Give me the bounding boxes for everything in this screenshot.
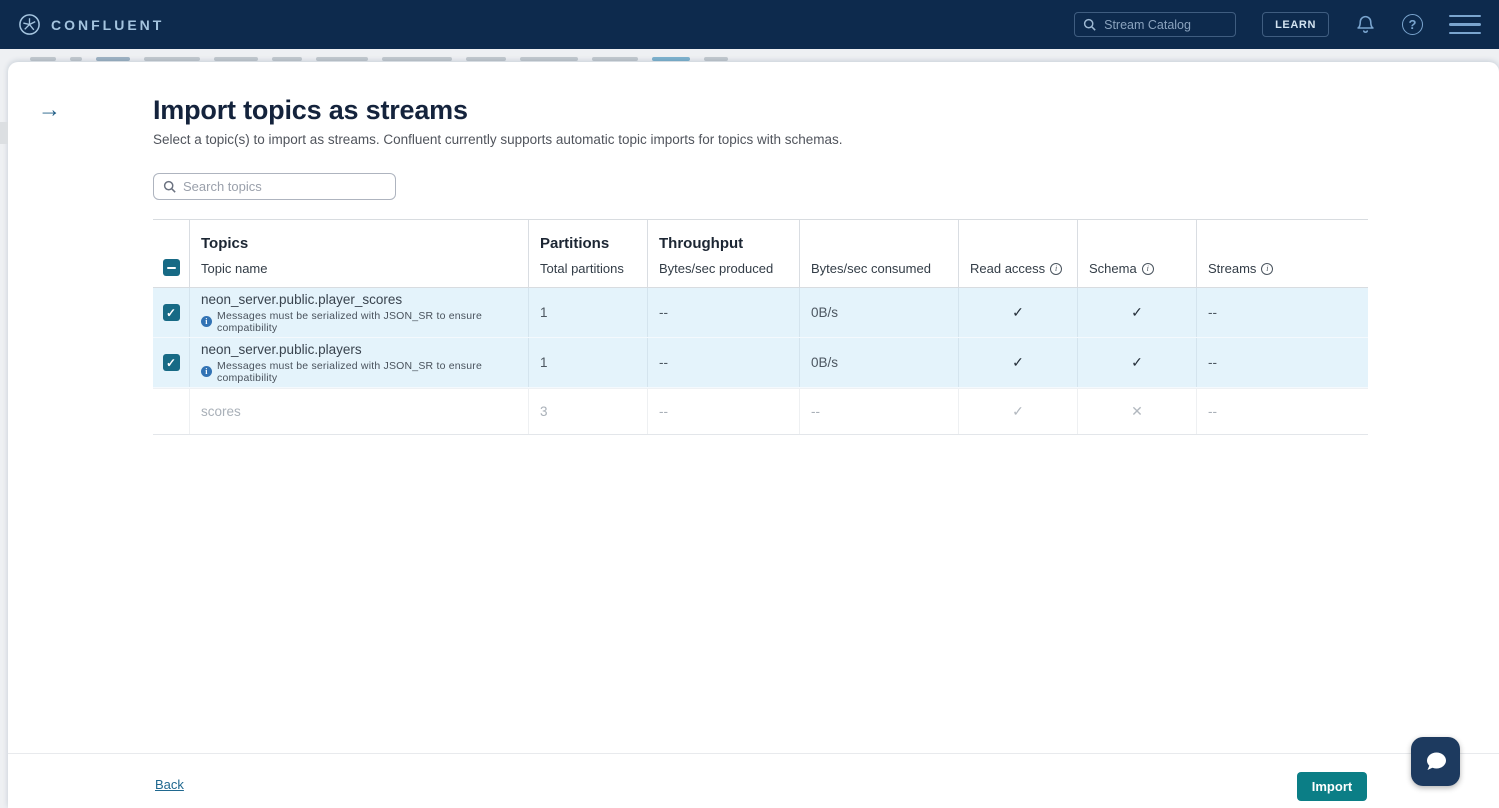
topic-name: scores (201, 404, 241, 419)
confluent-logo[interactable]: CONFLUENT (18, 13, 164, 36)
column-bytes-produced: Bytes/sec produced (659, 261, 799, 276)
topic-note-text: Messages must be serialized with JSON_SR… (217, 360, 528, 384)
column-total-partitions: Total partitions (540, 261, 647, 276)
cell-bytes-consumed: -- (800, 389, 959, 434)
column-schema: Schema (1089, 261, 1137, 276)
learn-button[interactable]: LEARN (1262, 12, 1329, 37)
cell-streams: -- (1197, 338, 1368, 387)
cell-streams: -- (1197, 288, 1368, 337)
stream-catalog-search[interactable] (1074, 12, 1236, 37)
cell-partitions: 1 (529, 338, 648, 387)
chat-bubble-icon (1423, 750, 1449, 774)
topic-search-box[interactable] (153, 173, 396, 200)
breadcrumb-clipped (30, 57, 728, 61)
check-icon: ✓ (166, 357, 176, 369)
column-topic-name: Topic name (201, 261, 528, 276)
collapse-panel-arrow-icon[interactable]: → (38, 98, 61, 121)
import-button[interactable]: Import (1297, 772, 1367, 801)
info-icon (201, 366, 212, 377)
select-all-checkbox[interactable] (163, 259, 180, 276)
topic-note-text: Messages must be serialized with JSON_SR… (217, 310, 528, 334)
chat-widget-button[interactable] (1411, 737, 1460, 786)
table-body: ✓ neon_server.public.player_scores Messa… (153, 288, 1368, 435)
cell-bytes-produced: -- (648, 338, 800, 387)
column-bytes-consumed: Bytes/sec consumed (811, 261, 958, 276)
topic-search-input[interactable] (183, 179, 373, 194)
column-group-partitions: Partitions (540, 235, 647, 252)
info-icon[interactable] (1142, 263, 1154, 275)
footer-divider (8, 753, 1499, 754)
schema-cross-icon: ✕ (1131, 403, 1143, 420)
table-row: ✓ neon_server.public.player_scores Messa… (153, 288, 1368, 338)
page-subtitle: Select a topic(s) to import as streams. … (153, 132, 843, 147)
table-row: ✓ neon_server.public.players Messages mu… (153, 338, 1368, 388)
cell-bytes-produced: -- (648, 288, 800, 337)
left-edge-tab (0, 122, 8, 144)
column-group-throughput: Throughput (659, 235, 799, 252)
help-icon[interactable] (1402, 14, 1423, 35)
back-link[interactable]: Back (155, 777, 184, 792)
page-title: Import topics as streams (153, 95, 468, 126)
cell-partitions: 3 (529, 389, 648, 434)
column-streams: Streams (1208, 261, 1256, 276)
hamburger-menu-icon[interactable] (1449, 15, 1481, 35)
stream-catalog-input[interactable] (1104, 18, 1214, 32)
cell-partitions: 1 (529, 288, 648, 337)
search-icon (1083, 18, 1096, 31)
row-checkbox[interactable]: ✓ (163, 304, 180, 321)
info-icon[interactable] (1261, 263, 1273, 275)
search-icon (163, 180, 176, 193)
check-icon: ✓ (166, 307, 176, 319)
top-navbar: CONFLUENT LEARN (0, 0, 1499, 49)
info-icon[interactable] (1050, 263, 1062, 275)
indeterminate-dash-icon (167, 267, 176, 269)
table-row-disabled: scores 3 -- -- ✓ ✕ -- (153, 388, 1368, 435)
read-access-check-icon: ✓ (1012, 354, 1024, 371)
cell-bytes-consumed: 0B/s (800, 338, 959, 387)
topics-table: Topics Topic name Partitions Total parti… (153, 219, 1368, 435)
cell-bytes-consumed: 0B/s (800, 288, 959, 337)
topic-name: neon_server.public.player_scores (201, 292, 402, 307)
confluent-logo-icon (18, 13, 41, 36)
schema-check-icon: ✓ (1131, 304, 1143, 321)
read-access-check-icon: ✓ (1012, 304, 1024, 321)
info-icon (201, 316, 212, 327)
column-group-topics: Topics (201, 235, 528, 252)
column-read-access: Read access (970, 261, 1045, 276)
row-checkbox[interactable]: ✓ (163, 354, 180, 371)
import-topics-panel: → Import topics as streams Select a topi… (8, 62, 1499, 808)
brand-name: CONFLUENT (51, 17, 164, 33)
notifications-bell-icon[interactable] (1355, 14, 1376, 35)
topic-name: neon_server.public.players (201, 342, 362, 357)
cell-streams: -- (1197, 389, 1368, 434)
cell-bytes-produced: -- (648, 389, 800, 434)
table-header-row: Topics Topic name Partitions Total parti… (153, 219, 1368, 288)
read-access-check-icon: ✓ (1012, 403, 1024, 420)
schema-check-icon: ✓ (1131, 354, 1143, 371)
